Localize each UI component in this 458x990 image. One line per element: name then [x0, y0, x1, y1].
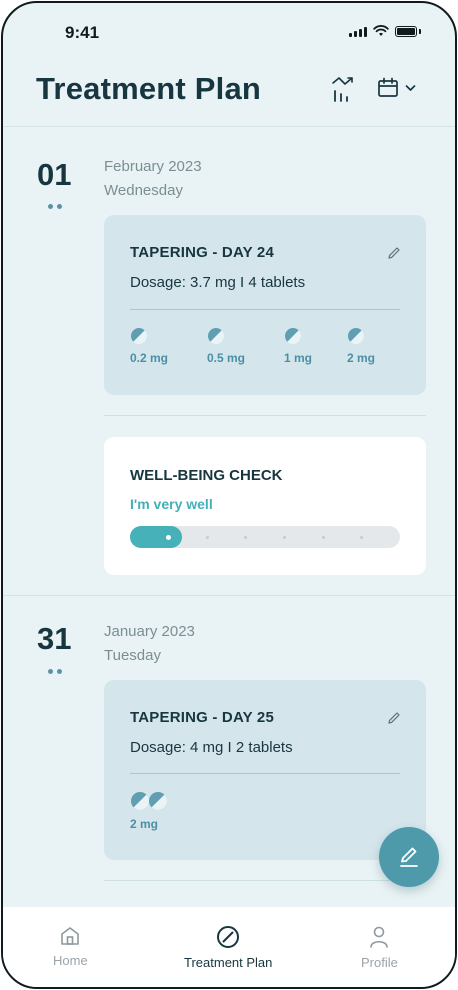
- pencil-icon[interactable]: [386, 710, 402, 726]
- pill-item: 2 mg: [347, 327, 375, 365]
- pill-dose: 2 mg: [130, 817, 159, 831]
- dosage-text: Dosage: 3.7 mg I 4 tablets: [130, 274, 306, 291]
- nav-label: Treatment Plan: [184, 955, 273, 970]
- pencil-icon[interactable]: [386, 245, 402, 261]
- page-title: Treatment Plan: [36, 71, 262, 106]
- battery-icon: [395, 26, 417, 37]
- signal-icon: [349, 27, 367, 37]
- phone-frame: 9:41 Treatment Plan 01 February 2023 Wed…: [1, 1, 457, 989]
- nav-item-treatment-plan[interactable]: Treatment Plan: [184, 925, 272, 970]
- home-icon: [61, 927, 80, 945]
- status-icons: [349, 25, 421, 37]
- wellbeing-card[interactable]: WELL-BEING CHECK I'm very well: [104, 437, 426, 575]
- nav-item-home[interactable]: Home: [53, 925, 88, 968]
- nav-item-profile[interactable]: Profile: [361, 925, 398, 970]
- bottom-nav: Home Treatment Plan Profile: [3, 907, 455, 987]
- dosage-text: Dosage: 4 mg I 2 tablets: [130, 739, 293, 756]
- date-weekday: Tuesday: [104, 647, 161, 664]
- wellbeing-title: WELL-BEING CHECK: [130, 467, 283, 484]
- pill-icon: [208, 328, 225, 345]
- card-separator: [130, 309, 400, 310]
- section-divider: [104, 880, 426, 881]
- pill-icon: [285, 328, 302, 345]
- day-number: 01: [37, 157, 72, 192]
- section-divider: [104, 415, 426, 416]
- day-number: 31: [37, 621, 72, 656]
- pill-item: 0.5 mg: [207, 327, 245, 365]
- card-separator: [130, 773, 400, 774]
- status-bar: 9:41: [3, 3, 455, 63]
- tapering-chart-icon[interactable]: [330, 75, 356, 103]
- pill-pair-icon: [131, 792, 168, 811]
- pill-item: 1 mg: [284, 327, 312, 365]
- tapering-card[interactable]: TAPERING - DAY 25 Dosage: 4 mg I 2 table…: [104, 680, 426, 860]
- wifi-icon: [373, 25, 389, 36]
- slider-knob[interactable]: [166, 534, 171, 540]
- add-entry-button[interactable]: [379, 827, 439, 887]
- tapering-title: TAPERING - DAY 24: [130, 244, 274, 261]
- slider-fill: [130, 526, 182, 548]
- pill-dose: 1 mg: [284, 351, 313, 365]
- nav-label: Profile: [361, 955, 398, 970]
- page-header: Treatment Plan: [3, 63, 455, 127]
- pill-dose: 0.5 mg: [207, 351, 246, 365]
- pill-dose: 0.2 mg: [130, 351, 169, 365]
- nav-label: Home: [53, 953, 88, 968]
- pill-dose: 2 mg: [347, 351, 376, 365]
- wellbeing-value: I'm very well: [130, 496, 213, 512]
- chevron-down-icon: [405, 85, 416, 91]
- pill-icon: [348, 328, 365, 345]
- person-icon: [370, 926, 389, 948]
- wellbeing-slider[interactable]: [130, 526, 400, 548]
- day-dots: [48, 204, 62, 209]
- status-time: 9:41: [65, 23, 100, 42]
- pencil-icon: [400, 847, 418, 867]
- pill-icon: [131, 328, 148, 345]
- calendar-icon: [378, 77, 398, 97]
- calendar-dropdown[interactable]: [377, 77, 416, 99]
- date-month-year: January 2023: [104, 623, 195, 640]
- pill-item: 2 mg: [130, 791, 168, 831]
- day-dots: [48, 669, 62, 674]
- date-month-year: February 2023: [104, 158, 202, 175]
- date-weekday: Wednesday: [104, 182, 183, 199]
- no-entry-icon: [217, 926, 240, 948]
- tapering-card[interactable]: TAPERING - DAY 24 Dosage: 3.7 mg I 4 tab…: [104, 215, 426, 395]
- tapering-title: TAPERING - DAY 25: [130, 709, 274, 726]
- day-divider: [3, 595, 455, 596]
- pill-item: 0.2 mg: [130, 327, 168, 365]
